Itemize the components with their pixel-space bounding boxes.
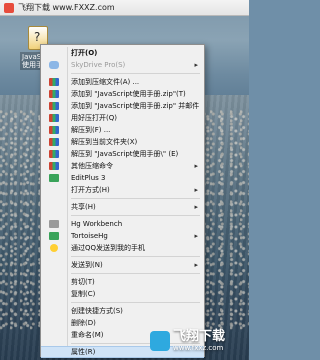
menu-item-label: 通过QQ发送到我的手机	[71, 244, 146, 252]
rar-books-icon	[49, 150, 59, 158]
menu-item-label: 解压到 "JavaScript使用手册\" (E)	[71, 150, 179, 158]
menu-item-label: 添加到 "JavaScript使用手册.zip"(T)	[71, 90, 186, 98]
menu-item: SkyDrive Pro(S) ▸	[41, 59, 204, 71]
rar-books-icon	[49, 78, 59, 86]
menu-item-label: TortoiseHg	[71, 232, 108, 240]
submenu-arrow-icon: ▸	[194, 186, 198, 194]
submenu-arrow-icon: ▸	[194, 203, 198, 211]
rar-books-icon	[49, 126, 59, 134]
rar-books-icon	[49, 114, 59, 122]
menu-item-label: 重命名(M)	[71, 331, 104, 339]
submenu-arrow-icon: ▸	[194, 261, 198, 269]
menu-item[interactable]: 剪切(T)	[41, 276, 204, 288]
menu-item-label: SkyDrive Pro(S)	[71, 61, 126, 69]
watermark-logo: 飞翔下载 www.fxxz.com	[150, 323, 248, 359]
menu-item[interactable]: 其他压缩命令 ▸	[41, 160, 204, 172]
menu-item[interactable]: TortoiseHg ▸	[41, 230, 204, 242]
menu-item-label: 发送到(N)	[71, 261, 103, 269]
rar-books-icon	[49, 102, 59, 110]
app-icon	[4, 2, 14, 13]
menu-item[interactable]: 添加到压缩文件(A) ...	[41, 76, 204, 88]
menu-item-label: EditPlus 3	[71, 174, 106, 182]
submenu-arrow-icon: ▸	[194, 162, 198, 170]
menu-item-label: 删除(D)	[71, 319, 96, 327]
menu-item-label: 解压到当前文件夹(X)	[71, 138, 138, 146]
menu-item-label: 复制(C)	[71, 290, 96, 298]
menu-item-label: 添加到 "JavaScript使用手册.zip" 并邮件	[71, 102, 200, 110]
menu-item[interactable]: 解压到当前文件夹(X)	[41, 136, 204, 148]
menu-item[interactable]: Hg Workbench	[41, 218, 204, 230]
window-title: 飞翔下载 www.FXXZ.com	[18, 3, 115, 12]
menu-item[interactable]: 发送到(N) ▸	[41, 259, 204, 271]
menu-item-label: 用好压打开(Q)	[71, 114, 117, 122]
menu-item-label: 剪切(T)	[71, 278, 95, 286]
menu-item[interactable]: 解压到 "JavaScript使用手册\" (E)	[41, 148, 204, 160]
menu-item[interactable]: 用好压打开(Q)	[41, 112, 204, 124]
editplus-icon	[49, 174, 59, 182]
menu-item[interactable]: 复制(C)	[41, 288, 204, 300]
menu-item-label: 创建快捷方式(S)	[71, 307, 123, 315]
menu-item[interactable]: 共享(H) ▸	[41, 201, 204, 213]
menu-item-label: 共享(H)	[71, 203, 96, 211]
menu-item-label: 解压到(F) ...	[71, 126, 111, 134]
menu-item[interactable]: 解压到(F) ...	[41, 124, 204, 136]
menu-item[interactable]: 打开方式(H) ▸	[41, 184, 204, 196]
watermark-title: 飞翔下载	[173, 329, 226, 344]
menu-item[interactable]: 添加到 "JavaScript使用手册.zip" 并邮件	[41, 100, 204, 112]
submenu-arrow-icon: ▸	[194, 61, 198, 69]
rar-books-icon	[49, 162, 59, 170]
menu-item[interactable]: EditPlus 3	[41, 172, 204, 184]
menu-item[interactable]: 添加到 "JavaScript使用手册.zip"(T)	[41, 88, 204, 100]
watermark-url: www.fxxz.com	[173, 344, 224, 352]
window-titlebar: 飞翔下载 www.FXXZ.com	[0, 0, 249, 16]
menu-item-label: 打开方式(H)	[71, 186, 110, 194]
rar-books-icon	[49, 90, 59, 98]
menu-item[interactable]: 打开(O)	[41, 47, 204, 59]
skydrive-icon	[49, 61, 59, 69]
fxxz-logo-icon	[150, 331, 170, 351]
context-menu: 打开(O) SkyDrive Pro(S) ▸ 添加到压缩文件(A) ... 添加到 "…	[40, 44, 205, 358]
menu-item-label: 其他压缩命令	[71, 162, 113, 170]
hg-icon	[49, 220, 59, 228]
menu-item-label: Hg Workbench	[71, 220, 123, 228]
menu-item-label: 打开(O)	[71, 49, 98, 57]
menu-item[interactable]: 创建快捷方式(S)	[41, 305, 204, 317]
qq-icon	[50, 244, 58, 252]
menu-item[interactable]: 通过QQ发送到我的手机	[41, 242, 204, 254]
tortoisehg-icon	[49, 232, 59, 240]
rar-books-icon	[49, 138, 59, 146]
submenu-arrow-icon: ▸	[194, 232, 198, 240]
menu-item-label: 添加到压缩文件(A) ...	[71, 78, 140, 86]
menu-item-label: 属性(R)	[71, 348, 96, 356]
